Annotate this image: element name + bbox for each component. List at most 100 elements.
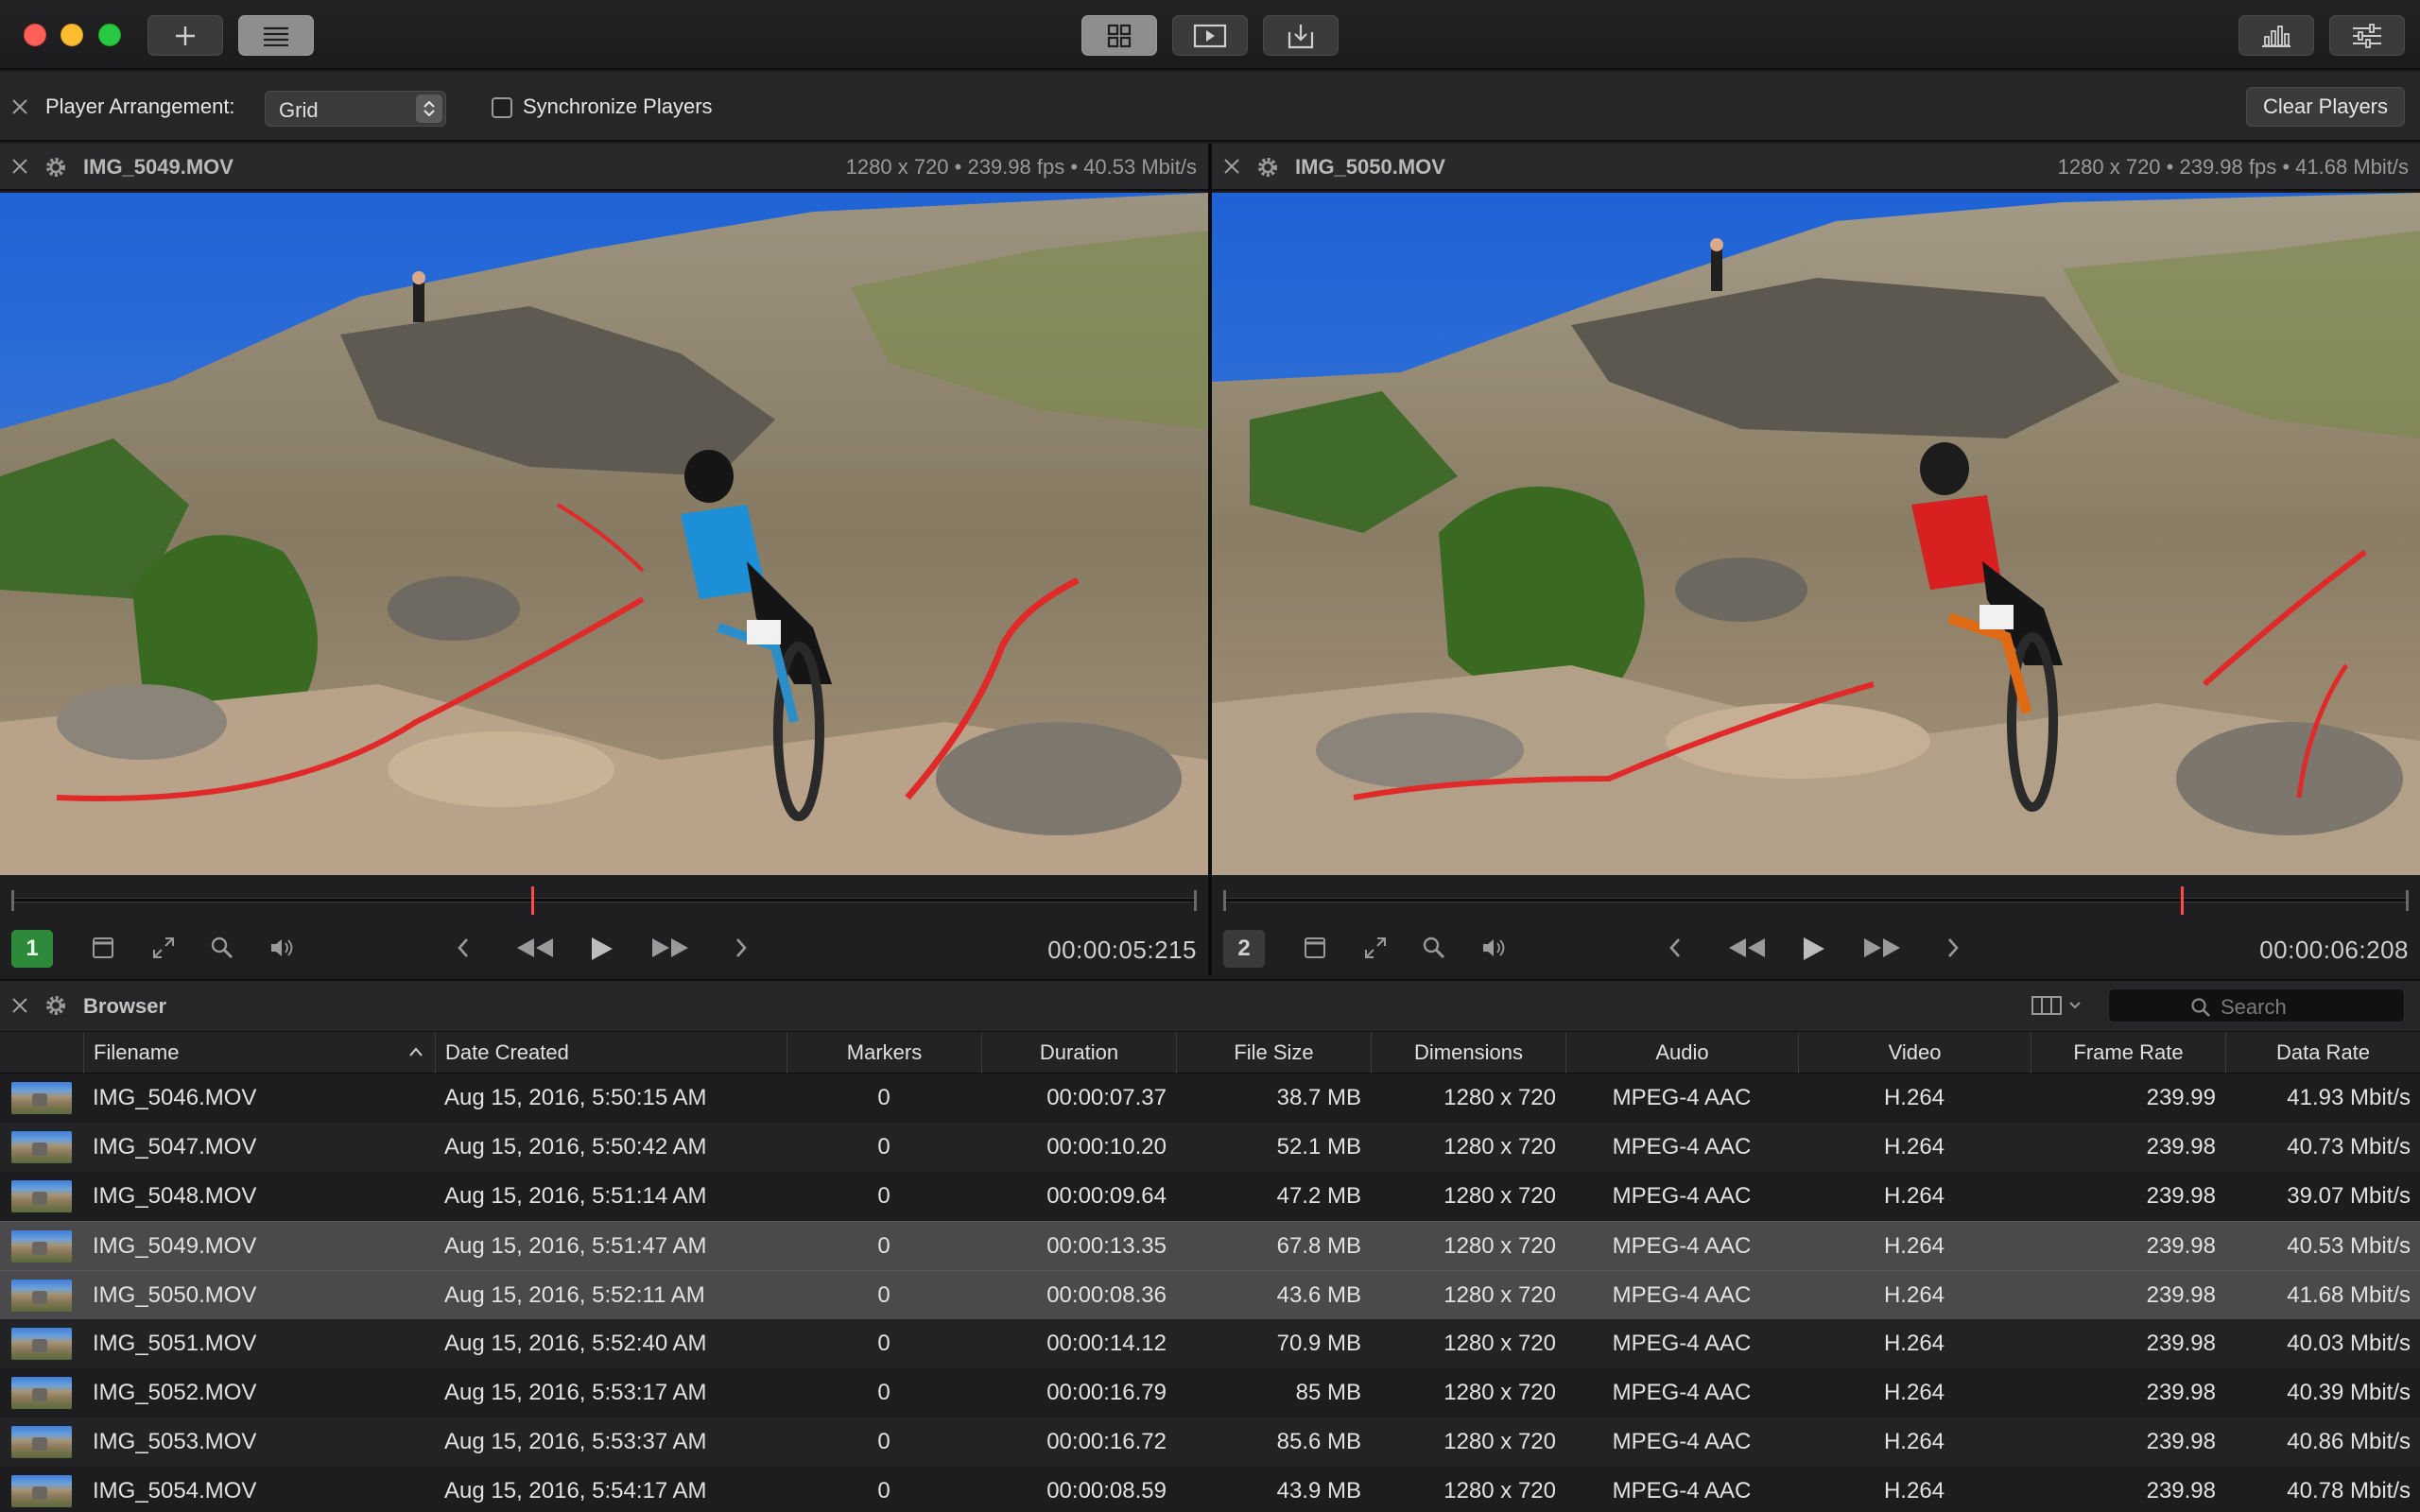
- clear-players-button[interactable]: Clear Players: [2246, 87, 2405, 127]
- close-player-icon[interactable]: [1223, 158, 1240, 175]
- table-row[interactable]: IMG_5053.MOV Aug 15, 2016, 5:53:37 AM 0 00:…: [0, 1418, 2420, 1467]
- zoom-icon[interactable]: [1422, 936, 1446, 960]
- player-header: IMG_5049.MOV 1280 x 720 • 239.98 fps • 4…: [0, 144, 1208, 191]
- add-button[interactable]: [147, 15, 223, 56]
- player-number-badge[interactable]: 2: [1223, 930, 1265, 968]
- next-frame-icon[interactable]: [1944, 936, 1962, 960]
- cell-markers: 0: [877, 1429, 890, 1454]
- column-chooser-button[interactable]: [2031, 994, 2087, 1022]
- cell-data-rate: 40.86 Mbit/s: [2287, 1429, 2411, 1454]
- cell-data-rate: 41.93 Mbit/s: [2287, 1085, 2411, 1110]
- rewind-icon[interactable]: [1727, 936, 1767, 960]
- column-header-file-size[interactable]: File Size: [1176, 1032, 1371, 1074]
- table-row[interactable]: IMG_5049.MOV Aug 15, 2016, 5:51:47 AM 0 00:…: [0, 1221, 2420, 1270]
- cell-audio: MPEG-4 AAC: [1612, 1478, 1752, 1503]
- table-row[interactable]: IMG_5046.MOV Aug 15, 2016, 5:50:15 AM 0 00:…: [0, 1074, 2420, 1123]
- column-header-video[interactable]: Video: [1798, 1032, 2031, 1074]
- table-row[interactable]: IMG_5051.MOV Aug 15, 2016, 5:52:40 AM 0 00:…: [0, 1319, 2420, 1368]
- play-icon[interactable]: [1800, 936, 1826, 962]
- cell-dimensions: 1280 x 720: [1443, 1478, 1556, 1503]
- cell-audio: MPEG-4 AAC: [1612, 1134, 1752, 1160]
- list-view-button[interactable]: [238, 15, 314, 56]
- player-number-badge[interactable]: 1: [11, 930, 53, 968]
- column-header-frame-rate[interactable]: Frame Rate: [2031, 1032, 2225, 1074]
- cell-duration: 00:00:09.64: [1046, 1183, 1167, 1209]
- volume-icon[interactable]: [1480, 936, 1507, 960]
- cell-duration: 00:00:08.36: [1046, 1282, 1167, 1308]
- playhead[interactable]: [531, 886, 535, 915]
- table-row[interactable]: IMG_5054.MOV Aug 15, 2016, 5:54:17 AM 0 00:…: [0, 1467, 2420, 1512]
- cell-duration: 00:00:08.59: [1046, 1478, 1167, 1503]
- table-row[interactable]: IMG_5048.MOV Aug 15, 2016, 5:51:14 AM 0 00:…: [0, 1172, 2420, 1221]
- column-header-dimensions[interactable]: Dimensions: [1371, 1032, 1565, 1074]
- previous-frame-icon[interactable]: [1666, 936, 1685, 960]
- fullscreen-icon[interactable]: [151, 936, 176, 960]
- timeline-scrubber[interactable]: [1223, 886, 2409, 915]
- video-frame[interactable]: [1212, 193, 2420, 875]
- player-view-button[interactable]: [1172, 15, 1248, 56]
- column-header-duration[interactable]: Duration: [981, 1032, 1176, 1074]
- next-frame-icon[interactable]: [732, 936, 751, 960]
- close-player-icon[interactable]: [11, 158, 28, 175]
- timeline-scrubber[interactable]: [11, 886, 1197, 915]
- cell-video: H.264: [1883, 1183, 1945, 1209]
- column-header-data-rate[interactable]: Data Rate: [2225, 1032, 2420, 1074]
- search-input[interactable]: Search: [2108, 988, 2405, 1022]
- window-zoom-button[interactable]: [98, 24, 121, 46]
- cell-size: 67.8 MB: [1276, 1233, 1361, 1259]
- cell-data-rate: 40.03 Mbit/s: [2287, 1331, 2411, 1356]
- table-row[interactable]: IMG_5047.MOV Aug 15, 2016, 5:50:42 AM 0 00:…: [0, 1123, 2420, 1172]
- cell-video: H.264: [1883, 1478, 1945, 1503]
- column-header-audio[interactable]: Audio: [1565, 1032, 1798, 1074]
- synchronize-players-label[interactable]: Synchronize Players: [523, 94, 713, 119]
- column-header-filename[interactable]: Filename: [83, 1032, 435, 1074]
- play-icon[interactable]: [588, 936, 614, 962]
- play-window-icon: [1193, 24, 1227, 47]
- cell-date: Aug 15, 2016, 5:51:47 AM: [444, 1233, 707, 1259]
- cell-video: H.264: [1883, 1233, 1945, 1259]
- fit-frame-icon[interactable]: [1303, 936, 1327, 960]
- playhead[interactable]: [2181, 886, 2185, 915]
- gear-icon[interactable]: [43, 155, 68, 180]
- gear-icon[interactable]: [43, 993, 68, 1018]
- window-minimize-button[interactable]: [60, 24, 83, 46]
- grid-layout-button[interactable]: [1081, 15, 1157, 56]
- volume-icon[interactable]: [268, 936, 295, 960]
- arrangement-select[interactable]: Grid: [265, 91, 446, 127]
- video-thumbnail: [11, 1180, 72, 1212]
- rewind-icon[interactable]: [515, 936, 555, 960]
- bar-chart-icon: [2262, 25, 2290, 47]
- table-row[interactable]: IMG_5052.MOV Aug 15, 2016, 5:53:17 AM 0 00:…: [0, 1368, 2420, 1418]
- arrangement-select-value: Grid: [279, 98, 319, 122]
- statistics-button[interactable]: [2238, 15, 2314, 56]
- gear-icon[interactable]: [1255, 155, 1280, 180]
- cell-markers: 0: [877, 1134, 890, 1160]
- fit-frame-icon[interactable]: [91, 936, 115, 960]
- zoom-icon[interactable]: [210, 936, 234, 960]
- video-frame[interactable]: [0, 193, 1208, 875]
- file-table: IMG_5046.MOV Aug 15, 2016, 5:50:15 AM 0 00:…: [0, 1074, 2420, 1512]
- synchronize-players-checkbox[interactable]: [492, 97, 512, 118]
- fast-forward-icon[interactable]: [1862, 936, 1902, 960]
- table-row[interactable]: IMG_5050.MOV Aug 15, 2016, 5:52:11 AM 0 00:…: [0, 1270, 2420, 1319]
- import-button[interactable]: [1263, 15, 1339, 56]
- previous-frame-icon[interactable]: [454, 936, 473, 960]
- cell-frame-rate: 239.98: [2146, 1183, 2216, 1209]
- cell-video: H.264: [1883, 1134, 1945, 1160]
- cell-markers: 0: [877, 1478, 890, 1503]
- cell-duration: 00:00:10.20: [1046, 1134, 1167, 1160]
- search-placeholder: Search: [2221, 995, 2287, 1019]
- close-arrangement-bar-icon[interactable]: [11, 98, 28, 115]
- fast-forward-icon[interactable]: [650, 936, 690, 960]
- column-header-date-created[interactable]: Date Created: [435, 1032, 786, 1074]
- cell-data-rate: 40.39 Mbit/s: [2287, 1380, 2411, 1405]
- window-close-button[interactable]: [24, 24, 46, 46]
- adjustments-button[interactable]: [2329, 15, 2405, 56]
- cell-data-rate: 40.53 Mbit/s: [2287, 1233, 2411, 1259]
- fullscreen-icon[interactable]: [1363, 936, 1388, 960]
- close-browser-icon[interactable]: [11, 997, 28, 1014]
- cell-frame-rate: 239.98: [2146, 1282, 2216, 1308]
- column-header-markers[interactable]: Markers: [786, 1032, 981, 1074]
- cell-filename: IMG_5049.MOV: [93, 1233, 257, 1259]
- cell-size: 43.9 MB: [1276, 1478, 1361, 1503]
